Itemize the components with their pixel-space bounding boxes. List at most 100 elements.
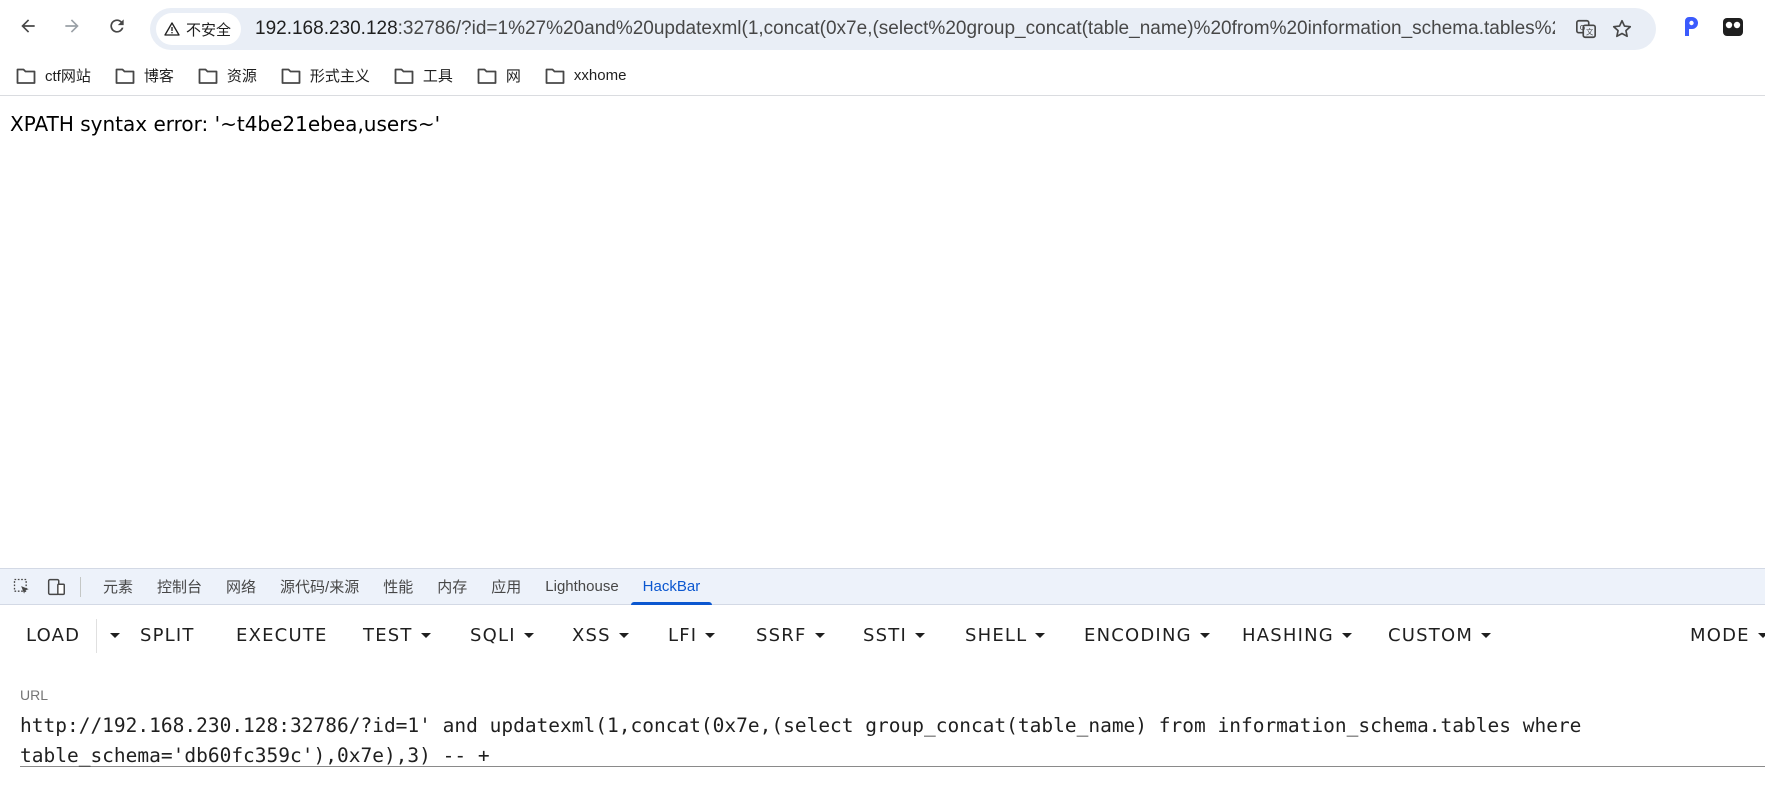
ssti-label: SSTI <box>863 624 907 646</box>
caret-down-icon <box>523 632 534 638</box>
folder-icon <box>477 68 497 84</box>
bookmark-folder[interactable]: xxhome <box>545 61 627 91</box>
bookmark-label: 工具 <box>422 68 453 85</box>
split-button[interactable]: SPLIT <box>140 615 195 655</box>
inspect-element-icon[interactable] <box>10 575 34 599</box>
caret-down-icon <box>110 632 120 638</box>
extension-p-icon[interactable] <box>1677 14 1703 40</box>
svg-text:G: G <box>1580 23 1586 32</box>
devtools-panel: 元素 控制台 网络 源代码/来源 性能 内存 应用 Lighthouse Hac… <box>0 568 1765 794</box>
tab-elements[interactable]: 元素 <box>91 569 145 605</box>
encoding-menu-button[interactable]: ENCODING <box>1084 615 1210 655</box>
arrow-right-icon <box>65 19 79 33</box>
execute-button[interactable]: EXECUTE <box>236 615 328 655</box>
tab-performance[interactable]: 性能 <box>371 569 425 605</box>
reload-button[interactable] <box>101 10 133 42</box>
arrow-left-icon <box>21 19 35 33</box>
security-label: 不安全 <box>186 21 232 39</box>
caret-down-icon <box>1035 632 1046 638</box>
hackbar-url-input[interactable]: http://192.168.230.128:32786/?id=1' and … <box>20 711 1765 767</box>
bookmark-folder[interactable]: 资源 <box>198 61 257 91</box>
hashing-label: HASHING <box>1242 624 1334 646</box>
shell-menu-button[interactable]: SHELL <box>965 615 1046 655</box>
caret-down-icon <box>1341 632 1352 638</box>
caret-down-icon <box>914 632 925 638</box>
load-button[interactable]: LOAD <box>26 615 80 655</box>
forward-button[interactable] <box>56 10 88 42</box>
shell-label: SHELL <box>965 624 1028 646</box>
tab-network[interactable]: 网络 <box>214 569 268 605</box>
custom-menu-button[interactable]: CUSTOM <box>1388 615 1492 655</box>
error-message: XPATH syntax error: '~t4be21ebea,users~' <box>10 112 441 136</box>
test-menu-button[interactable]: TEST <box>363 615 431 655</box>
folder-icon <box>394 68 414 84</box>
folder-icon <box>198 68 218 84</box>
url-text[interactable]: 192.168.230.128:32786/?id=1%27%20and%20u… <box>255 18 1555 40</box>
extension-tampermonkey-icon[interactable] <box>1720 14 1746 40</box>
tab-memory[interactable]: 内存 <box>425 569 479 605</box>
bookmark-label: 网 <box>505 68 521 85</box>
bookmark-folder[interactable]: ctf网站 <box>16 61 91 91</box>
tab-hackbar[interactable]: HackBar <box>630 569 713 605</box>
caret-down-icon <box>814 632 825 638</box>
bookmark-folder[interactable]: 博客 <box>115 61 174 91</box>
translate-icon[interactable]: G文 <box>1574 17 1598 41</box>
address-bar[interactable]: 不安全 192.168.230.128:32786/?id=1%27%20and… <box>150 8 1656 50</box>
bookmark-label: 资源 <box>226 68 257 85</box>
url-host: 192.168.230.128 <box>255 18 398 39</box>
reload-icon <box>110 19 124 33</box>
xss-menu-button[interactable]: XSS <box>572 615 629 655</box>
tab-console[interactable]: 控制台 <box>145 569 214 605</box>
page-content: XPATH syntax error: '~t4be21ebea,users~' <box>0 98 1765 568</box>
bookmark-label: xxhome <box>573 67 627 84</box>
hackbar-toolbar: LOAD SPLIT EXECUTE TEST SQLI XSS LFI SSR… <box>0 609 1765 661</box>
folder-icon <box>281 68 301 84</box>
hackbar-url-line-2: table_schema='db60fc359c'),0x7e),3) -- + <box>20 744 490 767</box>
mode-menu-button[interactable]: MODE <box>1690 615 1765 655</box>
ssrf-menu-button[interactable]: SSRF <box>756 615 825 655</box>
url-rest: :32786/?id=1%27%20and%20updatexml(1,conc… <box>397 18 1556 39</box>
warning-icon <box>164 22 180 36</box>
tab-sources[interactable]: 源代码/来源 <box>268 569 371 605</box>
hackbar-url-label: URL <box>20 687 49 703</box>
caret-down-icon <box>420 632 431 638</box>
caret-down-icon <box>1757 632 1765 638</box>
folder-icon <box>545 68 565 84</box>
bookmark-label: 博客 <box>143 68 174 85</box>
sqli-menu-button[interactable]: SQLI <box>470 615 534 655</box>
encoding-label: ENCODING <box>1084 624 1192 646</box>
svg-text:文: 文 <box>1586 28 1594 37</box>
bookmark-folder[interactable]: 网 <box>477 61 521 91</box>
browser-toolbar: 不安全 192.168.230.128:32786/?id=1%27%20and… <box>0 0 1765 52</box>
bookmark-label: ctf网站 <box>45 68 91 85</box>
caret-down-icon <box>618 632 629 638</box>
sqli-label: SQLI <box>470 624 516 646</box>
xss-label: XSS <box>572 624 611 646</box>
tab-application[interactable]: 应用 <box>479 569 533 605</box>
ssrf-label: SSRF <box>756 624 807 646</box>
custom-label: CUSTOM <box>1388 624 1474 646</box>
load-dropdown-button[interactable] <box>102 615 120 655</box>
folder-icon <box>16 68 36 84</box>
bookmark-folder[interactable]: 形式主义 <box>281 61 370 91</box>
tab-lighthouse[interactable]: Lighthouse <box>533 569 630 605</box>
bookmark-folder[interactable]: 工具 <box>394 61 453 91</box>
device-toolbar-icon[interactable] <box>44 575 68 599</box>
caret-down-icon <box>1199 632 1210 638</box>
lfi-menu-button[interactable]: LFI <box>668 615 716 655</box>
lfi-label: LFI <box>668 624 698 646</box>
star-icon[interactable] <box>1610 17 1634 41</box>
hackbar-url-line-1: http://192.168.230.128:32786/?id=1' and … <box>20 714 1582 737</box>
test-label: TEST <box>363 624 413 646</box>
hashing-menu-button[interactable]: HASHING <box>1242 615 1352 655</box>
devtools-tab-bar: 元素 控制台 网络 源代码/来源 性能 内存 应用 Lighthouse Hac… <box>0 569 1765 605</box>
caret-down-icon <box>1481 632 1492 638</box>
load-divider <box>96 619 97 653</box>
back-button[interactable] <box>12 10 44 42</box>
folder-icon <box>115 68 135 84</box>
ssti-menu-button[interactable]: SSTI <box>863 615 925 655</box>
bookmarks-bar: ctf网站 博客 资源 形式主义 工具 网 xxhome <box>0 56 1765 96</box>
mode-label: MODE <box>1690 624 1750 646</box>
bookmark-label: 形式主义 <box>309 68 370 85</box>
security-chip[interactable]: 不安全 <box>156 13 242 45</box>
